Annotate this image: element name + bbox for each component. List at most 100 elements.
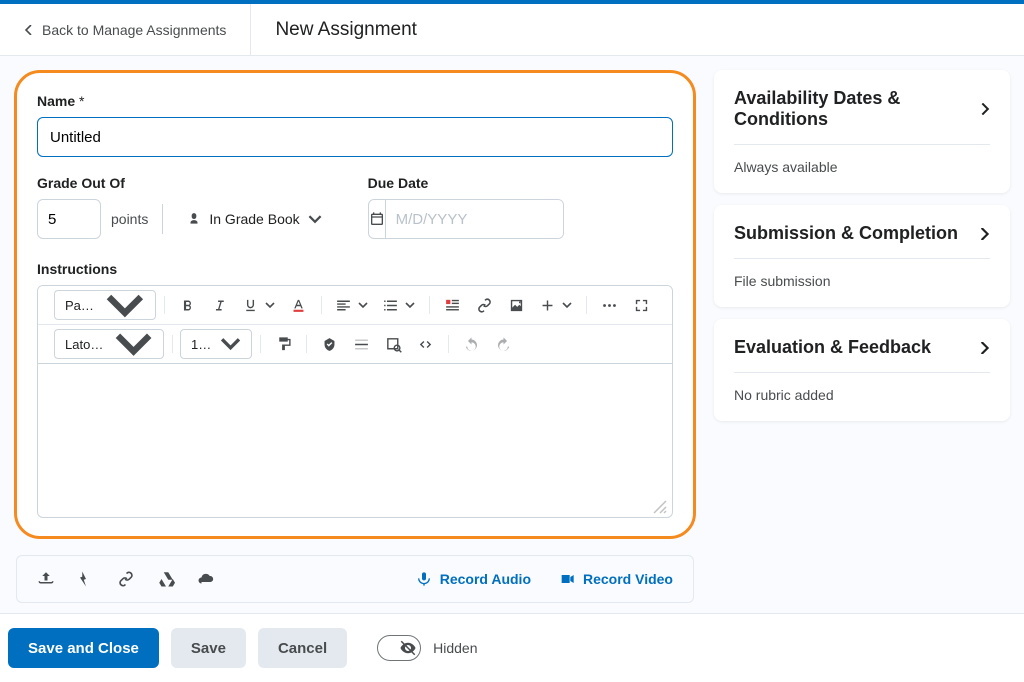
- chevron-down-icon: [220, 333, 241, 354]
- points-label: points: [111, 211, 148, 227]
- align-button[interactable]: [329, 290, 374, 320]
- undo-button[interactable]: [456, 329, 486, 359]
- plus-icon: [539, 297, 556, 314]
- font-family-dropdown[interactable]: Lato (Recom…: [54, 329, 164, 359]
- panel-evaluation-toggle[interactable]: Evaluation & Feedback: [734, 337, 990, 358]
- redo-button[interactable]: [488, 329, 518, 359]
- format-painter-icon: [275, 336, 292, 353]
- back-link-label: Back to Manage Assignments: [42, 22, 226, 38]
- bold-icon: [179, 297, 196, 314]
- align-left-icon: [335, 297, 352, 314]
- chevron-down-icon: [405, 300, 415, 310]
- chevron-down-icon: [105, 285, 145, 325]
- video-icon: [559, 571, 575, 587]
- italic-icon: [211, 297, 228, 314]
- insert-image-button[interactable]: [501, 290, 531, 320]
- list-icon: [382, 297, 399, 314]
- panel-submission: Submission & Completion File submission: [714, 205, 1010, 307]
- hr-icon: [353, 336, 370, 353]
- record-audio-button[interactable]: Record Audio: [416, 571, 531, 587]
- more-actions-button[interactable]: [594, 290, 624, 320]
- chevron-right-icon: [978, 228, 990, 240]
- fullscreen-icon: [633, 297, 650, 314]
- insert-link-button[interactable]: [469, 290, 499, 320]
- insert-more-button[interactable]: [533, 290, 578, 320]
- panel-availability-toggle[interactable]: Availability Dates & Conditions: [734, 88, 990, 130]
- panel-submission-toggle[interactable]: Submission & Completion: [734, 223, 990, 244]
- visibility-toggle[interactable]: [377, 635, 421, 661]
- eye-off-icon: [399, 639, 417, 657]
- chevron-right-icon: [978, 342, 990, 354]
- due-date-input[interactable]: [386, 200, 564, 238]
- paragraph-dropdown[interactable]: Paragraph: [54, 290, 156, 320]
- underline-button[interactable]: [236, 290, 281, 320]
- resize-handle-icon[interactable]: [652, 499, 668, 515]
- instructions-textarea[interactable]: [38, 364, 672, 494]
- preview-icon: [385, 336, 402, 353]
- visibility-label: Hidden: [433, 640, 477, 656]
- insert-stuff-icon: [444, 297, 461, 314]
- divider: [734, 258, 990, 259]
- cancel-button[interactable]: Cancel: [258, 628, 347, 668]
- main-form-highlight: Name * Grade Out Of points In Grade Book: [14, 70, 696, 539]
- attach-link-icon[interactable]: [117, 570, 135, 588]
- header: Back to Manage Assignments New Assignmen…: [0, 4, 1024, 56]
- grade-label: Grade Out Of: [37, 175, 332, 191]
- quicklink-icon[interactable]: [77, 570, 95, 588]
- ellipsis-icon: [601, 297, 618, 314]
- attachments-bar: Record Audio Record Video: [16, 555, 694, 603]
- code-icon: [417, 336, 434, 353]
- panel-evaluation-subtitle: No rubric added: [734, 387, 990, 403]
- name-label: Name *: [37, 93, 673, 109]
- divider-button[interactable]: [346, 329, 376, 359]
- gradebook-icon: [187, 212, 201, 226]
- chevron-down-icon: [562, 300, 572, 310]
- in-grade-book-label: In Grade Book: [209, 211, 299, 227]
- editor-toolbar: Paragraph: [38, 286, 672, 364]
- onedrive-icon[interactable]: [197, 570, 215, 588]
- divider: [734, 144, 990, 145]
- save-and-close-button[interactable]: Save and Close: [8, 628, 159, 668]
- name-input[interactable]: [37, 117, 673, 157]
- grade-input[interactable]: [37, 199, 101, 239]
- footer: Save and Close Save Cancel Hidden: [0, 614, 1024, 682]
- chevron-down-icon: [358, 300, 368, 310]
- font-size-dropdown[interactable]: 19px …: [180, 329, 252, 359]
- text-color-button[interactable]: [283, 290, 313, 320]
- preview-button[interactable]: [378, 329, 408, 359]
- in-grade-book-button[interactable]: In Grade Book: [177, 203, 331, 235]
- richtext-editor: Paragraph: [37, 285, 673, 518]
- panel-submission-subtitle: File submission: [734, 273, 990, 289]
- due-date-label: Due Date: [368, 175, 564, 191]
- underline-icon: [242, 297, 259, 314]
- source-code-button[interactable]: [410, 329, 440, 359]
- fullscreen-button[interactable]: [626, 290, 656, 320]
- panel-availability: Availability Dates & Conditions Always a…: [714, 70, 1010, 193]
- image-icon: [508, 297, 525, 314]
- calendar-icon: [369, 211, 385, 227]
- calendar-button[interactable]: [369, 200, 386, 238]
- list-button[interactable]: [376, 290, 421, 320]
- divider: [162, 204, 163, 234]
- record-video-button[interactable]: Record Video: [559, 571, 673, 587]
- google-drive-icon[interactable]: [157, 570, 175, 588]
- insert-stuff-button[interactable]: [437, 290, 467, 320]
- upload-file-icon[interactable]: [37, 570, 55, 588]
- back-link[interactable]: Back to Manage Assignments: [0, 4, 251, 55]
- equation-button[interactable]: [314, 329, 344, 359]
- panel-availability-subtitle: Always available: [734, 159, 990, 175]
- text-color-icon: [290, 297, 307, 314]
- chevron-down-icon: [308, 212, 322, 226]
- chevron-down-icon: [265, 300, 275, 310]
- italic-button[interactable]: [204, 290, 234, 320]
- bold-button[interactable]: [172, 290, 202, 320]
- redo-icon: [495, 336, 512, 353]
- equation-icon: [321, 336, 338, 353]
- divider: [734, 372, 990, 373]
- chevron-right-icon: [979, 103, 990, 115]
- undo-icon: [463, 336, 480, 353]
- chevron-left-icon: [24, 25, 34, 35]
- save-button[interactable]: Save: [171, 628, 246, 668]
- panel-evaluation: Evaluation & Feedback No rubric added: [714, 319, 1010, 421]
- format-painter-button[interactable]: [268, 329, 298, 359]
